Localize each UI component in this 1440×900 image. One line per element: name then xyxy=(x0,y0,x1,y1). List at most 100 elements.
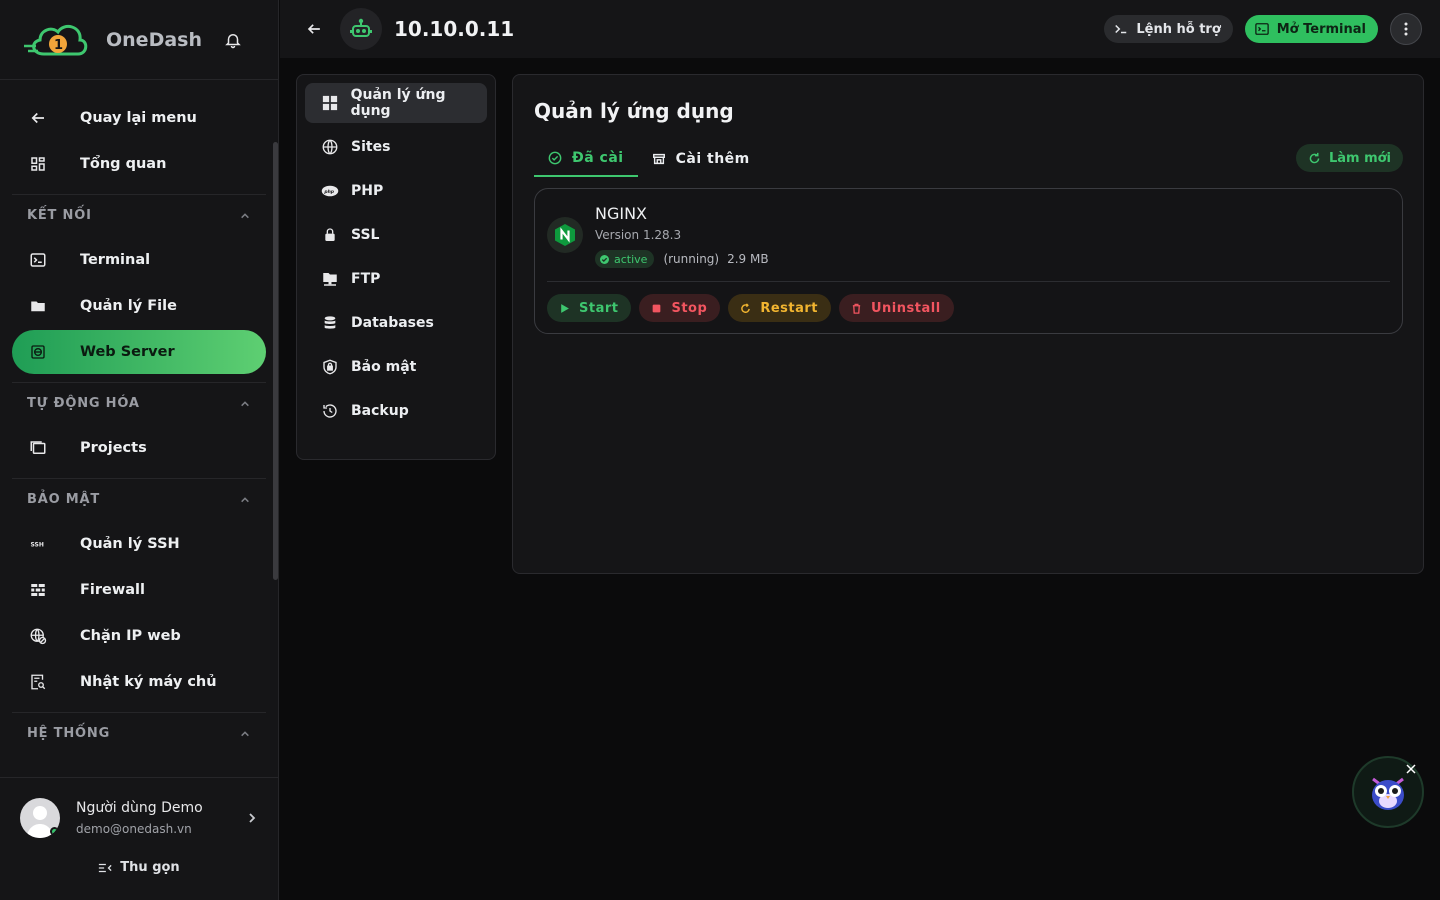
ssh-icon: SSH xyxy=(28,534,48,554)
status-badge: active xyxy=(595,250,655,268)
sidebar-item-overview[interactable]: Tổng quan xyxy=(12,142,266,186)
tabs: Đã cài Cài thêm xyxy=(534,141,764,177)
refresh-button[interactable]: Làm mới xyxy=(1295,144,1403,172)
sidebar-item-ssh[interactable]: SSH Quản lý SSH xyxy=(12,522,266,566)
submenu-item-backup[interactable]: Backup xyxy=(305,391,487,431)
shield-lock-icon xyxy=(321,358,339,376)
help-commands-button[interactable]: Lệnh hỗ trợ xyxy=(1104,15,1233,43)
sidebar-item-file-manager[interactable]: Quản lý File xyxy=(12,284,266,328)
chevron-up-icon xyxy=(241,730,249,736)
app-size: 2.9 MB xyxy=(727,252,769,266)
sidebar-item-label: Quản lý File xyxy=(80,298,177,314)
sidebar-item-label: Quay lại menu xyxy=(80,110,197,126)
database-icon xyxy=(321,314,339,332)
webserver-submenu: Quản lý ứng dụng Sites php PHP SSL FTP D… xyxy=(296,74,496,460)
stop-button[interactable]: Stop xyxy=(639,294,721,322)
section-automation[interactable]: TỰ ĐỘNG HÓA xyxy=(12,382,266,424)
user-panel: Người dùng Demo demo@onedash.vn Thu gọn xyxy=(0,777,278,900)
submenu-item-databases[interactable]: Databases xyxy=(305,303,487,343)
sidebar-item-label: Quản lý SSH xyxy=(80,536,180,552)
tab-install-more[interactable]: Cài thêm xyxy=(638,141,764,177)
ftp-icon xyxy=(321,270,339,288)
collapse-button[interactable]: Thu gọn xyxy=(0,860,278,875)
sidebar-item-block-ip[interactable]: Chặn IP web xyxy=(12,614,266,658)
sidebar-nav: Quay lại menu Tổng quan KẾT NỐI Terminal… xyxy=(0,80,278,777)
user-profile[interactable]: Người dùng Demo demo@onedash.vn xyxy=(0,778,278,838)
sidebar-item-projects[interactable]: Projects xyxy=(12,426,266,470)
dashboard-icon xyxy=(28,154,48,174)
back-arrow-icon[interactable] xyxy=(304,19,324,39)
submenu-item-app-manager[interactable]: Quản lý ứng dụng xyxy=(305,83,487,123)
submenu-item-label: FTP xyxy=(351,271,381,287)
tab-installed[interactable]: Đã cài xyxy=(534,141,638,177)
history-icon xyxy=(321,402,339,420)
section-title: KẾT NỐI xyxy=(27,208,92,223)
sidebar-item-label: Projects xyxy=(80,440,147,456)
assistant-widget[interactable] xyxy=(1352,756,1424,828)
section-title: BẢO MẬT xyxy=(27,492,101,507)
app-meta: active (running) 2.9 MB xyxy=(595,250,769,268)
start-button[interactable]: Start xyxy=(547,294,632,322)
card-divider xyxy=(547,281,1390,282)
collapse-label: Thu gọn xyxy=(120,860,180,875)
restart-button[interactable]: Restart xyxy=(728,294,831,322)
check-circle-icon xyxy=(548,151,562,165)
stop-label: Stop xyxy=(671,300,708,316)
submenu-item-label: Bảo mật xyxy=(351,359,417,375)
online-status-dot xyxy=(50,827,59,836)
arrow-left-icon xyxy=(28,108,48,128)
lock-icon xyxy=(321,226,339,244)
submenu-item-ssl[interactable]: SSL xyxy=(305,215,487,255)
server-host: 10.10.0.11 xyxy=(394,17,515,41)
tab-label: Cài thêm xyxy=(675,151,750,167)
submenu-item-php[interactable]: php PHP xyxy=(305,171,487,211)
prompt-icon xyxy=(1115,24,1127,34)
svg-text:SSH: SSH xyxy=(31,541,44,548)
globe-block-icon xyxy=(28,626,48,646)
section-title: TỰ ĐỘNG HÓA xyxy=(27,396,140,411)
submenu-item-sites[interactable]: Sites xyxy=(305,127,487,167)
section-title: HỆ THỐNG xyxy=(27,726,111,741)
more-options-button[interactable] xyxy=(1390,13,1422,45)
app-state: (running) xyxy=(663,252,720,266)
svg-text:1: 1 xyxy=(54,38,63,53)
open-terminal-button[interactable]: Mở Terminal xyxy=(1244,15,1378,43)
bell-icon[interactable] xyxy=(224,31,242,49)
user-email: demo@onedash.vn xyxy=(76,822,192,836)
grid-icon xyxy=(321,94,339,112)
sidebar-item-label: Nhật ký máy chủ xyxy=(80,674,217,690)
user-name: Người dùng Demo xyxy=(76,800,203,816)
chevron-up-icon xyxy=(241,400,249,406)
submenu-item-label: PHP xyxy=(351,183,384,199)
section-security[interactable]: BẢO MẬT xyxy=(12,478,266,520)
submenu-item-ftp[interactable]: FTP xyxy=(305,259,487,299)
uninstall-button[interactable]: Uninstall xyxy=(839,294,954,322)
stop-icon xyxy=(653,304,661,312)
svg-text:php: php xyxy=(323,189,334,195)
sidebar: 1 OneDash Quay lại menu Tổng quan KẾT NỐ… xyxy=(0,0,279,900)
topbar-actions: Lệnh hỗ trợ Mở Terminal xyxy=(1104,13,1440,45)
submenu-item-label: Sites xyxy=(351,139,391,155)
store-icon xyxy=(652,153,665,165)
app-name: NGINX xyxy=(595,204,648,223)
submenu-item-security[interactable]: Bảo mật xyxy=(305,347,487,387)
robot-icon xyxy=(350,18,372,37)
globe-icon xyxy=(321,138,339,156)
section-system[interactable]: HỆ THỐNG xyxy=(12,712,266,754)
sidebar-item-terminal[interactable]: Terminal xyxy=(12,238,266,282)
check-dot-icon xyxy=(600,254,609,264)
refresh-label: Làm mới xyxy=(1328,150,1391,166)
sidebar-item-firewall[interactable]: Firewall xyxy=(12,568,266,612)
projects-icon xyxy=(28,438,48,458)
hexagon-n-icon xyxy=(555,224,575,246)
close-icon[interactable] xyxy=(1406,764,1416,774)
refresh-icon xyxy=(1309,152,1320,163)
topbar: 10.10.0.11 Lệnh hỗ trợ Mở Terminal xyxy=(280,0,1440,58)
sidebar-item-back[interactable]: Quay lại menu xyxy=(12,96,266,140)
sidebar-scrollbar[interactable] xyxy=(273,142,278,580)
section-connect[interactable]: KẾT NỐI xyxy=(12,194,266,236)
trash-icon xyxy=(852,303,861,314)
sidebar-item-web-server[interactable]: Web Server xyxy=(12,330,266,374)
sidebar-item-server-log[interactable]: Nhật ký máy chủ xyxy=(12,660,266,704)
restart-icon xyxy=(741,302,751,313)
